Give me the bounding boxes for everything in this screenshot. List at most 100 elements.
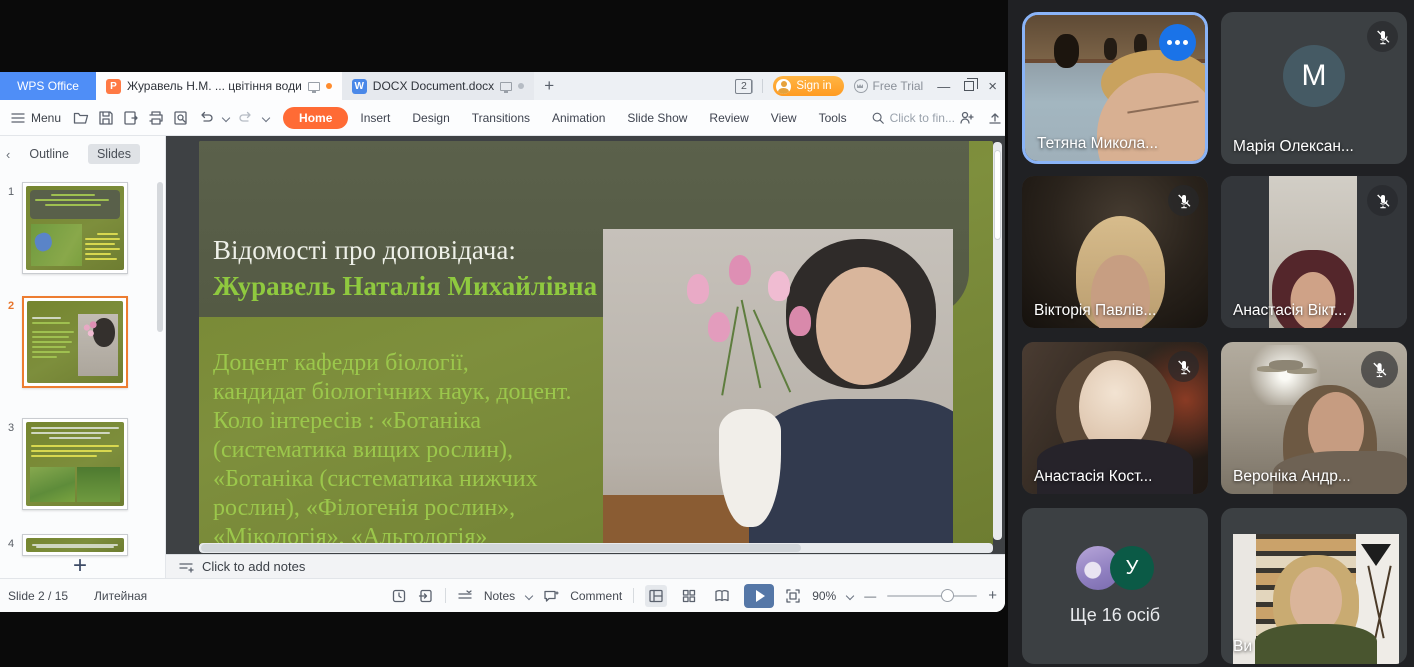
- free-trial-label: Free Trial: [873, 79, 924, 93]
- window-controls: — ×: [937, 78, 997, 95]
- free-trial-button[interactable]: Free Trial: [854, 79, 924, 93]
- tab-tools[interactable]: Tools: [809, 107, 857, 129]
- slide-3-text-lines: [31, 427, 119, 460]
- tab-slide-show[interactable]: Slide Show: [617, 107, 697, 129]
- notes-add-icon: [178, 559, 194, 575]
- fit-to-window-icon[interactable]: [785, 588, 801, 604]
- presentation-app-icon: P: [106, 79, 121, 94]
- slide-1-preview: [26, 186, 124, 270]
- slides-tab[interactable]: Slides: [88, 144, 140, 164]
- notes-bar[interactable]: Click to add notes: [166, 554, 1005, 578]
- zoom-dropdown-icon[interactable]: [846, 591, 854, 599]
- new-tab-button[interactable]: +: [534, 72, 564, 100]
- participant-tile-tetyana[interactable]: Тетяна Микола...: [1022, 12, 1208, 164]
- tab-design[interactable]: Design: [402, 107, 459, 129]
- normal-view-button[interactable]: [645, 585, 667, 607]
- avatar-icon: [776, 79, 791, 94]
- presentation-document-tab[interactable]: P Журавель Н.М. ... цвітіння води: [96, 72, 342, 100]
- wps-window: WPS Office P Журавель Н.М. ... цвітіння …: [0, 72, 1005, 612]
- participant-tile-viktoria[interactable]: Вікторія Павлів...: [1022, 176, 1208, 328]
- self-view-tile[interactable]: Ви: [1221, 508, 1407, 664]
- docx-dot-icon: [518, 83, 524, 89]
- zoom-out-button[interactable]: —: [864, 589, 876, 603]
- participant-name: Марія Олексан...: [1233, 138, 1354, 156]
- panel-scrollbar[interactable]: [157, 182, 163, 332]
- tulip-shape: [789, 306, 811, 336]
- status-bar: Slide 2 / 15 Литейная Notes Comment: [0, 578, 1005, 612]
- redo-icon[interactable]: [238, 110, 254, 126]
- save-icon[interactable]: [98, 110, 114, 126]
- more-participants-label: Ще 16 осіб: [1070, 605, 1160, 626]
- tab-view[interactable]: View: [761, 107, 807, 129]
- comment-add-icon[interactable]: [543, 588, 559, 604]
- undo-dropdown-icon[interactable]: [222, 113, 230, 121]
- theme-name[interactable]: Литейная: [94, 589, 147, 603]
- slide-sorter-button[interactable]: [678, 585, 700, 607]
- notes-dropdown-icon[interactable]: [525, 591, 533, 599]
- close-button[interactable]: ×: [988, 78, 997, 95]
- current-slide[interactable]: Відомості про доповідача: Журавель Натал…: [199, 141, 993, 545]
- export-pdf-icon[interactable]: [123, 110, 139, 126]
- participant-tile-veronika[interactable]: Вероніка Андр...: [1221, 342, 1407, 494]
- zoom-slider-knob[interactable]: [941, 589, 954, 602]
- docx-document-tab[interactable]: W DOCX Document.docx: [342, 72, 534, 100]
- slide-number: 2: [0, 296, 22, 388]
- open-icon[interactable]: [73, 110, 89, 126]
- notes-toggle-icon[interactable]: [457, 588, 473, 604]
- body-line: (систематика вищих рослин),: [213, 436, 572, 465]
- toolbar-more-icon[interactable]: [262, 113, 270, 121]
- tulip-shape: [708, 312, 730, 342]
- ceiling-light-shape: [1269, 360, 1303, 370]
- tab-home[interactable]: Home: [283, 107, 348, 129]
- rehearse-timer-icon[interactable]: [391, 588, 407, 604]
- slide-3-thumbnail[interactable]: [22, 418, 128, 510]
- notes-toggle-label[interactable]: Notes: [484, 589, 515, 603]
- search-icon: [871, 111, 885, 125]
- tab-transitions[interactable]: Transitions: [462, 107, 540, 129]
- quick-toolbar: [73, 110, 269, 126]
- slide-3-preview: [26, 422, 124, 506]
- video-call-panel: Тетяна Микола... M Марія Олексан... Вікт…: [1008, 0, 1414, 667]
- participant-tile-anastasia-v[interactable]: Анастасія Вікт...: [1221, 176, 1407, 328]
- reading-view-button[interactable]: [711, 585, 733, 607]
- search-input[interactable]: Click to fin...: [871, 111, 955, 125]
- more-participants-tile[interactable]: У Ще 16 осіб: [1022, 508, 1208, 664]
- unsaved-dot-icon: [326, 83, 332, 89]
- horizontal-scrollbar-thumb[interactable]: [201, 544, 801, 552]
- tab-animation[interactable]: Animation: [542, 107, 615, 129]
- zoom-level[interactable]: 90%: [812, 589, 836, 603]
- slide-2-thumbnail-selected[interactable]: [22, 296, 128, 388]
- handout-master-icon[interactable]: [418, 588, 434, 604]
- wps-home-tab[interactable]: WPS Office: [0, 72, 96, 100]
- print-preview-icon[interactable]: [173, 110, 189, 126]
- add-slide-button[interactable]: +: [0, 552, 160, 578]
- zoom-slider[interactable]: [887, 595, 977, 597]
- outline-tab[interactable]: Outline: [20, 144, 78, 164]
- slide-2-text-lines: [32, 317, 74, 361]
- zoom-in-button[interactable]: +: [988, 587, 997, 604]
- undo-icon[interactable]: [198, 110, 214, 126]
- share-export-icon[interactable]: [987, 110, 1003, 126]
- participant-tile-maria[interactable]: M Марія Олексан...: [1221, 12, 1407, 164]
- slide-1-thumbnail[interactable]: [22, 182, 128, 274]
- tab-review[interactable]: Review: [699, 107, 758, 129]
- share-with-people-icon[interactable]: [959, 110, 975, 126]
- sign-in-button[interactable]: Sign in: [773, 76, 843, 96]
- tab-insert[interactable]: Insert: [350, 107, 400, 129]
- slideshow-play-button[interactable]: [744, 584, 774, 608]
- restore-button[interactable]: [964, 81, 974, 91]
- divider: [445, 588, 446, 603]
- window-count-button[interactable]: 2: [735, 79, 752, 94]
- self-video-feed: [1233, 534, 1399, 664]
- minimize-button[interactable]: —: [937, 79, 950, 94]
- comment-label[interactable]: Comment: [570, 589, 622, 603]
- print-icon[interactable]: [148, 110, 164, 126]
- horizontal-scrollbar[interactable]: [199, 543, 993, 553]
- participant-avatar-letter: У: [1110, 546, 1154, 590]
- collapse-panel-button[interactable]: ‹: [6, 147, 10, 162]
- vertical-scrollbar-thumb[interactable]: [994, 150, 1001, 240]
- tile-more-options-button[interactable]: [1159, 24, 1196, 61]
- participant-tile-anastasia-k[interactable]: Анастасія Кост...: [1022, 342, 1208, 494]
- mic-muted-icon: [1168, 185, 1199, 216]
- menu-button[interactable]: Menu: [10, 110, 61, 126]
